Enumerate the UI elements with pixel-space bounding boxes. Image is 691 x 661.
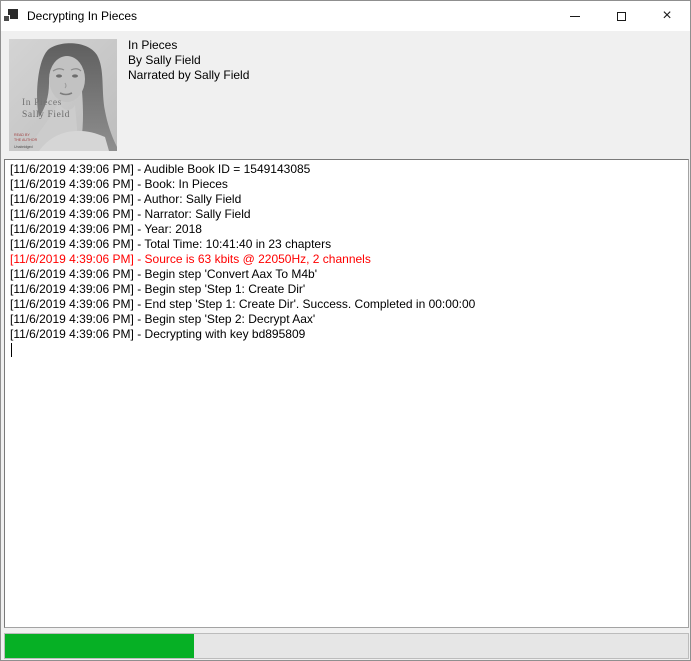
log-line: [11/6/2019 4:39:06 PM] - Year: 2018 (10, 222, 688, 237)
book-info: In Pieces By Sally Field Narrated by Sal… (128, 38, 249, 83)
maximize-icon (617, 12, 626, 21)
progress-bar (4, 633, 689, 659)
log-textbox[interactable]: [11/6/2019 4:39:06 PM] - Audible Book ID… (4, 159, 689, 628)
log-line: [11/6/2019 4:39:06 PM] - Audible Book ID… (10, 162, 688, 177)
app-icon (3, 8, 19, 24)
window-title: Decrypting In Pieces (27, 9, 137, 23)
maximize-button[interactable] (598, 1, 644, 31)
close-icon: × (662, 8, 671, 24)
book-cover-image: In Pieces Sally Field READ BY THE AUTHOR… (9, 39, 117, 151)
log-line: [11/6/2019 4:39:06 PM] - Total Time: 10:… (10, 237, 688, 252)
book-title: In Pieces (128, 38, 249, 53)
svg-text:Unabridged: Unabridged (14, 145, 33, 149)
svg-text:READ BY: READ BY (14, 133, 30, 137)
log-line: [11/6/2019 4:39:06 PM] - Decrypting with… (10, 327, 688, 342)
svg-text:In Pieces: In Pieces (22, 98, 62, 108)
book-author: By Sally Field (128, 53, 249, 68)
text-caret (11, 343, 12, 357)
log-line-error: [11/6/2019 4:39:06 PM] - Source is 63 kb… (10, 252, 688, 267)
log-line: [11/6/2019 4:39:06 PM] - End step 'Step … (10, 297, 688, 312)
svg-text:THE AUTHOR: THE AUTHOR (14, 138, 38, 142)
close-button[interactable]: × (644, 1, 690, 31)
title-bar[interactable]: Decrypting In Pieces × (1, 1, 690, 31)
log-line: [11/6/2019 4:39:06 PM] - Begin step 'Ste… (10, 282, 688, 297)
log-line: [11/6/2019 4:39:06 PM] - Begin step 'Con… (10, 267, 688, 282)
progress-bar-fill (5, 634, 194, 658)
app-window: Decrypting In Pieces × (0, 0, 691, 661)
svg-text:Sally Field: Sally Field (22, 110, 70, 120)
log-line: [11/6/2019 4:39:06 PM] - Author: Sally F… (10, 192, 688, 207)
log-line: [11/6/2019 4:39:06 PM] - Book: In Pieces (10, 177, 688, 192)
book-narrator: Narrated by Sally Field (128, 68, 249, 83)
log-line: [11/6/2019 4:39:06 PM] - Narrator: Sally… (10, 207, 688, 222)
minimize-icon (570, 16, 580, 17)
minimize-button[interactable] (552, 1, 598, 31)
log-line: [11/6/2019 4:39:06 PM] - Begin step 'Ste… (10, 312, 688, 327)
